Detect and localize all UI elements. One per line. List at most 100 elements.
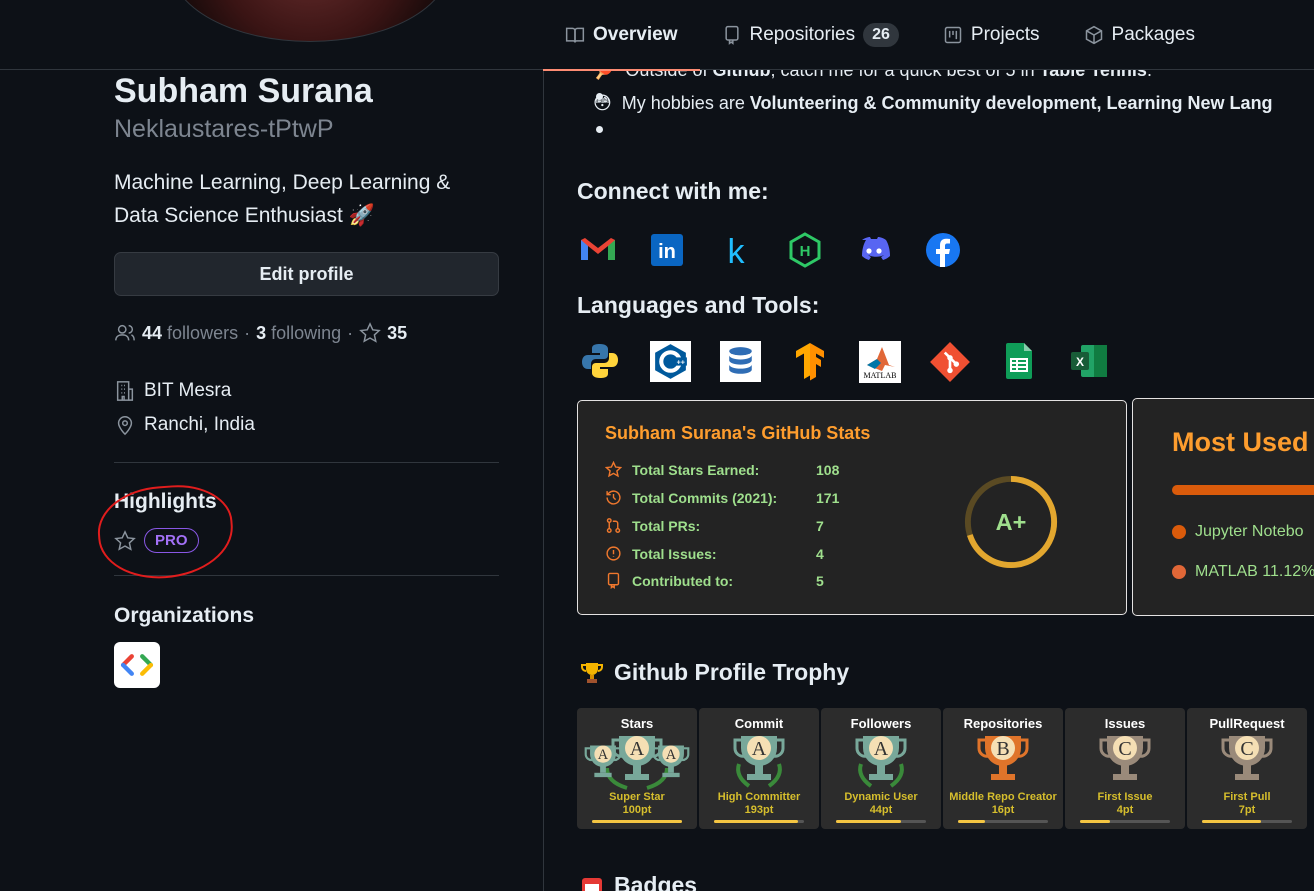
- trophy-card-title: PullRequest: [1209, 716, 1285, 731]
- stat-value: 5: [816, 572, 824, 589]
- git-icon[interactable]: [929, 341, 971, 383]
- trophy-row: Stars A A A Super Star 100pt Commit A High Commi…: [577, 708, 1307, 829]
- discord-icon[interactable]: [854, 230, 894, 270]
- trophy-rank: A: [630, 738, 645, 760]
- trophy-rank: A: [752, 738, 767, 760]
- trophy-subtitle: High Committer 193pt: [699, 791, 819, 817]
- trophy-subtitle: Super Star 100pt: [577, 791, 697, 817]
- project-icon: [944, 26, 962, 44]
- trophy-card: Followers A Dynamic User 44pt: [821, 708, 941, 829]
- stat-value: 7: [816, 517, 824, 534]
- org-logo[interactable]: [114, 642, 160, 688]
- trophy-cup-icon: C: [1099, 736, 1151, 780]
- rank-circle: A+: [964, 475, 1058, 569]
- github-stats-card: Subham Surana's GitHub Stats Total Stars…: [577, 400, 1127, 615]
- divider: [114, 575, 499, 576]
- stat-row: Contributed to: 5: [605, 572, 824, 589]
- trophy-card: Repositories B Middle Repo Creator 16pt: [943, 708, 1063, 829]
- stat-row: Total Issues: 4: [605, 545, 824, 562]
- trophy-rank: C: [1240, 738, 1253, 760]
- repo-icon: [724, 25, 739, 45]
- divider: [114, 462, 499, 463]
- profile-bio: Machine Learning, Deep Learning & Data S…: [114, 166, 500, 232]
- history-icon: [606, 490, 621, 505]
- linkedin-icon[interactable]: in: [647, 230, 687, 270]
- stat-value: 171: [816, 489, 840, 506]
- column-divider: [543, 70, 544, 891]
- stat-row: Total Commits (2021): 171: [605, 489, 839, 506]
- list-item: 😳 My hobbies are Volunteering & Communit…: [593, 87, 1273, 120]
- trophy-rank: A: [666, 747, 677, 763]
- edit-profile-button[interactable]: Edit profile: [114, 252, 499, 296]
- followers-count: 44: [142, 322, 163, 343]
- avatar[interactable]: [170, 0, 450, 42]
- trophy-label: First Issue: [1097, 791, 1153, 803]
- tab-overview[interactable]: Overview: [543, 0, 700, 71]
- profile-tab-nav: Overview Repositories 26 Projects Packag…: [0, 0, 1314, 71]
- excel-icon[interactable]: X: [1069, 341, 1109, 381]
- trophy-label: Middle Repo Creator: [949, 791, 1057, 803]
- following-link[interactable]: 3 following: [256, 323, 341, 344]
- trophy-progress-fill: [1202, 820, 1262, 823]
- trophy-label: Super Star: [609, 791, 665, 803]
- trophy-card: Issues C First Issue 4pt: [1065, 708, 1185, 829]
- cplusplus-icon[interactable]: ++: [650, 341, 691, 382]
- follow-stats: 44 followers · 3 following · 35: [114, 322, 500, 344]
- separator-dot-2: ·: [347, 322, 354, 343]
- lang-name: Jupyter Notebo: [1195, 523, 1304, 540]
- connect-title: Connect with me:: [577, 178, 769, 204]
- bullet-text: My hobbies are Volunteering & Community …: [622, 93, 1273, 114]
- location-text: Ranchi, India: [144, 414, 255, 435]
- trophy-label: High Committer: [717, 791, 801, 803]
- followers-link[interactable]: 44 followers: [142, 323, 238, 344]
- organization-name: BIT Mesra: [144, 380, 232, 401]
- trophy-subtitle: Dynamic User 44pt: [821, 791, 941, 817]
- stat-label: Contributed to:: [632, 572, 734, 589]
- trophy-progress-fill: [592, 820, 682, 823]
- trophy-card-title: Repositories: [963, 716, 1043, 731]
- gmail-icon[interactable]: [578, 230, 618, 270]
- python-icon[interactable]: [580, 341, 620, 381]
- database-icon[interactable]: [720, 341, 761, 382]
- profile-name: Subham Surana: [114, 72, 373, 110]
- google-sheets-icon[interactable]: [999, 341, 1039, 381]
- following-label: following: [271, 322, 342, 343]
- following-count: 3: [256, 322, 267, 343]
- lang-dot: [1172, 565, 1186, 579]
- bio-line-2: Data Science Enthusiast 🚀: [114, 204, 375, 227]
- trophy-rank: B: [996, 738, 1009, 760]
- badges-section-header: Badges: [580, 872, 697, 891]
- separator-dot: ·: [244, 322, 251, 343]
- langs-progress-bar: [1172, 485, 1314, 495]
- star-icon: [114, 529, 136, 551]
- highlights-row: PRO: [114, 528, 500, 553]
- tab-packages[interactable]: Packages: [1062, 0, 1217, 70]
- repo-icon: [607, 572, 620, 589]
- trophy-progress-bar: [592, 820, 682, 823]
- matlab-text: MATLAB: [864, 371, 897, 380]
- star-icon: [605, 461, 622, 478]
- lang-item: Jupyter Notebo: [1172, 523, 1304, 541]
- trophy-progress-fill: [836, 820, 901, 823]
- stars-link[interactable]: 35: [359, 322, 407, 344]
- langs-title: Most Used: [1172, 427, 1309, 457]
- matlab-icon[interactable]: MATLAB: [859, 341, 901, 383]
- tab-bar: Overview Repositories 26 Projects Packag…: [543, 0, 1217, 71]
- trophy-progress-fill: [1080, 820, 1110, 823]
- hackerrank-icon[interactable]: H: [785, 230, 825, 270]
- connect-icons: in k H: [578, 230, 963, 270]
- people-icon: [115, 324, 135, 341]
- package-icon: [1085, 25, 1102, 45]
- tab-repositories[interactable]: Repositories 26: [700, 0, 921, 70]
- bullet-dot: [596, 126, 603, 133]
- svg-text:X: X: [1076, 355, 1084, 369]
- tensorflow-icon[interactable]: [790, 341, 830, 381]
- trophy-progress-fill: [714, 820, 798, 823]
- trophy-progress-bar: [1202, 820, 1292, 823]
- facebook-icon[interactable]: [923, 230, 963, 270]
- stat-label: Total Issues:: [632, 545, 717, 562]
- pull-request-icon: [606, 518, 621, 533]
- trophy-progress-bar: [714, 820, 804, 823]
- tab-projects[interactable]: Projects: [921, 0, 1062, 70]
- kaggle-icon[interactable]: k: [716, 230, 756, 270]
